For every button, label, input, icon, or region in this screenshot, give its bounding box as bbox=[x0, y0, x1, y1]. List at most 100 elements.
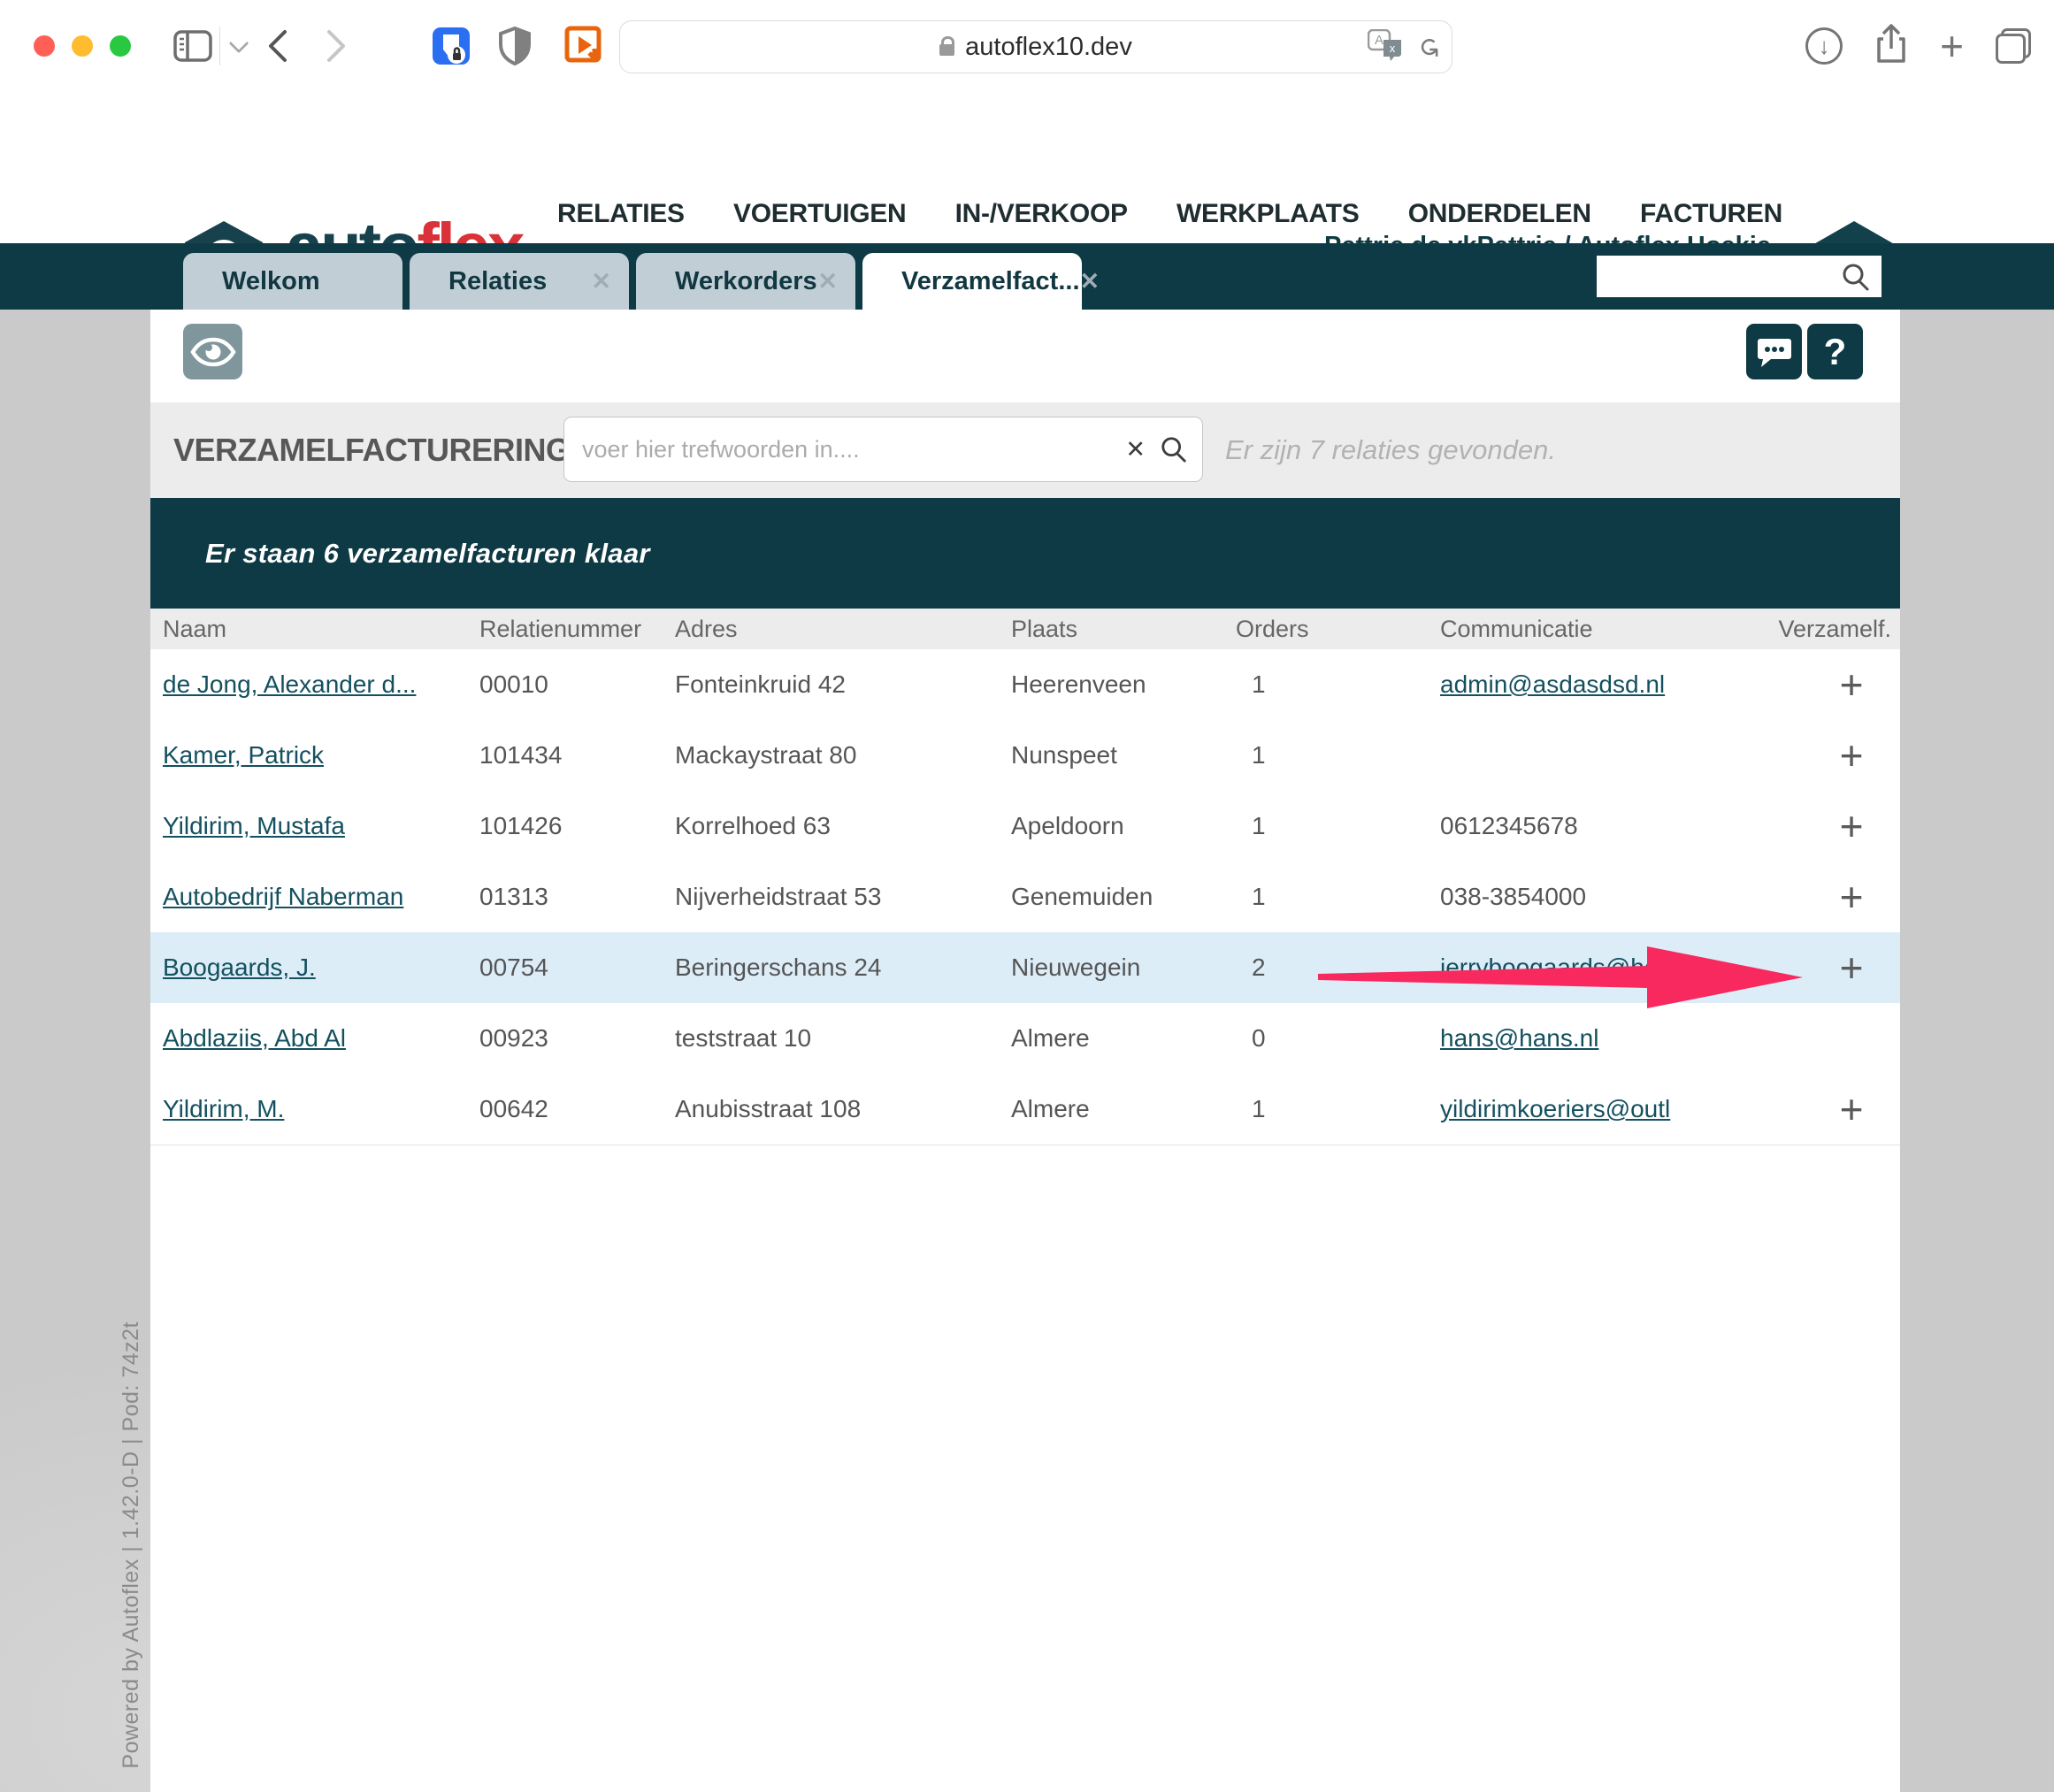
question-mark-icon: ? bbox=[1824, 331, 1847, 373]
browser-chrome: autoflex10.dev Ax ↻ ↓ + bbox=[0, 0, 2054, 92]
column-header-orders: Orders bbox=[1236, 616, 1440, 643]
relation-name-link[interactable]: Autobedrijf Naberman bbox=[163, 883, 403, 910]
add-to-verzamelfactuur-button[interactable]: + bbox=[1840, 1085, 1864, 1133]
zoom-window-button[interactable] bbox=[110, 35, 131, 57]
relation-name-link[interactable]: Abdlaziis, Abd Al bbox=[163, 1024, 346, 1052]
cell-relatienummer: 00010 bbox=[479, 670, 675, 699]
close-window-button[interactable] bbox=[34, 35, 55, 57]
page-title: VERZAMELFACTURERING bbox=[173, 402, 571, 498]
nav-item-onderdelen[interactable]: ONDERDELEN bbox=[1408, 199, 1591, 229]
results-count-text: Er zijn 7 relaties gevonden. bbox=[1225, 402, 1556, 498]
shield-extension-icon[interactable] bbox=[497, 0, 533, 92]
nav-item-in-verkoop[interactable]: IN-/VERKOOP bbox=[955, 199, 1128, 229]
cell-communicatie: admin@asdasdsd.nl bbox=[1440, 670, 1769, 699]
address-bar[interactable]: autoflex10.dev Ax ↻ bbox=[619, 20, 1452, 73]
nav-item-voertuigen[interactable]: VOERTUIGEN bbox=[733, 199, 906, 229]
view-toggle-button[interactable] bbox=[183, 324, 242, 379]
add-to-verzamelfactuur-button[interactable]: + bbox=[1840, 661, 1864, 708]
add-to-verzamelfactuur-button[interactable]: + bbox=[1840, 944, 1864, 992]
feedback-chat-button[interactable] bbox=[1746, 324, 1802, 379]
add-to-verzamelfactuur-button[interactable]: + bbox=[1840, 873, 1864, 921]
help-button[interactable]: ? bbox=[1807, 324, 1863, 379]
eye-icon bbox=[190, 337, 236, 367]
table-row: Abdlaziis, Abd Al00923teststraat 10Almer… bbox=[150, 1003, 1900, 1074]
back-button[interactable] bbox=[265, 0, 288, 92]
cell-adres: Anubisstraat 108 bbox=[675, 1095, 1011, 1123]
relation-name-link[interactable]: Yildirim, M. bbox=[163, 1095, 284, 1122]
tab-verzamelfact-[interactable]: Verzamelfact...✕ bbox=[862, 253, 1082, 310]
relation-name-link[interactable]: Kamer, Patrick bbox=[163, 741, 324, 769]
main-nav: RELATIES VOERTUIGEN IN-/VERKOOP WERKPLAATS O… bbox=[557, 199, 1782, 229]
table-row: Yildirim, Mustafa101426Korrelhoed 63Apel… bbox=[150, 791, 1900, 862]
tab-close-icon[interactable]: ✕ bbox=[817, 268, 838, 295]
tab-close-icon[interactable]: ✕ bbox=[1080, 268, 1100, 295]
tab-label: Verzamelfact... bbox=[901, 267, 1080, 296]
add-to-verzamelfactuur-button[interactable]: + bbox=[1840, 802, 1864, 850]
add-to-verzamelfactuur-button[interactable]: + bbox=[1840, 731, 1864, 779]
tab-close-icon[interactable]: ✕ bbox=[591, 268, 611, 295]
relation-name-link[interactable]: de Jong, Alexander d... bbox=[163, 670, 416, 698]
cell-adres: teststraat 10 bbox=[675, 1024, 1011, 1053]
relation-name-link[interactable]: Yildirim, Mustafa bbox=[163, 812, 345, 839]
search-icon[interactable] bbox=[1160, 435, 1202, 463]
table-body: de Jong, Alexander d...00010Fonteinkruid… bbox=[150, 649, 1900, 1145]
cell-orders: 1 bbox=[1236, 670, 1440, 699]
clear-search-icon[interactable]: ✕ bbox=[1111, 436, 1160, 463]
communication-link[interactable]: jerryboogaards@hotm... bbox=[1440, 953, 1706, 981]
cell-relatienummer: 00754 bbox=[479, 953, 675, 982]
info-banner-text: Er staan 6 verzamelfacturen klaar bbox=[205, 498, 650, 609]
tab-werkorders[interactable]: Werkorders✕ bbox=[636, 253, 855, 310]
chevron-down-icon[interactable] bbox=[232, 0, 246, 92]
new-tab-icon[interactable]: + bbox=[1940, 27, 1964, 65]
table-header-row: NaamRelatienummerAdresPlaatsOrdersCommun… bbox=[150, 609, 1900, 649]
tab-label: Relaties bbox=[448, 267, 591, 296]
tab-overview-icon[interactable] bbox=[1996, 28, 2031, 64]
cell-orders: 1 bbox=[1236, 1095, 1440, 1123]
forward-button[interactable] bbox=[326, 0, 349, 92]
cell-communicatie: jerryboogaards@hotm... bbox=[1440, 953, 1769, 982]
relation-name-link[interactable]: Boogaards, J. bbox=[163, 953, 316, 981]
tab-label: Werkorders bbox=[675, 267, 817, 296]
cell-verzamelf: + bbox=[1769, 661, 1900, 708]
nav-item-facturen[interactable]: FACTUREN bbox=[1640, 199, 1782, 229]
reload-icon[interactable]: ↻ bbox=[1413, 35, 1444, 57]
cell-orders: 1 bbox=[1236, 883, 1440, 911]
cell-naam: Boogaards, J. bbox=[150, 953, 479, 982]
nav-item-relaties[interactable]: RELATIES bbox=[557, 199, 685, 229]
tls-lock-icon bbox=[939, 44, 954, 56]
minimize-window-button[interactable] bbox=[72, 35, 93, 57]
cell-communicatie: 038-3854000 bbox=[1440, 883, 1769, 911]
share-icon[interactable] bbox=[1874, 24, 1908, 69]
downloads-icon[interactable]: ↓ bbox=[1805, 27, 1843, 65]
url-text: autoflex10.dev bbox=[965, 33, 1132, 62]
nav-item-werkplaats[interactable]: WERKPLAATS bbox=[1176, 199, 1359, 229]
translate-icon[interactable]: Ax bbox=[1368, 29, 1405, 65]
cell-adres: Nijverheidstraat 53 bbox=[675, 883, 1011, 911]
column-header-verzamelf: Verzamelf. bbox=[1769, 616, 1900, 643]
app-tab-bar: WelkomRelaties✕Werkorders✕Verzamelfact..… bbox=[0, 243, 2054, 310]
communication-link[interactable]: admin@asdasdsd.nl bbox=[1440, 670, 1665, 698]
cell-orders: 2 bbox=[1236, 953, 1440, 982]
column-header-plaats: Plaats bbox=[1011, 616, 1236, 643]
cell-naam: de Jong, Alexander d... bbox=[150, 670, 479, 699]
communication-text: 038-3854000 bbox=[1440, 883, 1586, 910]
tab-relaties[interactable]: Relaties✕ bbox=[410, 253, 629, 310]
communication-link[interactable]: yildirimkoeriers@outl bbox=[1440, 1095, 1670, 1122]
cell-communicatie: yildirimkoeriers@outl bbox=[1440, 1095, 1769, 1123]
toolbar-divider bbox=[219, 27, 220, 65]
powered-by-footer: Powered by Autoflex | 1.42.0-D | Pod: 74… bbox=[119, 1321, 144, 1769]
cell-verzamelf: + bbox=[1769, 873, 1900, 921]
info-banner: Er staan 6 verzamelfacturen klaar bbox=[150, 498, 1900, 609]
cell-relatienummer: 00642 bbox=[479, 1095, 675, 1123]
table-row: Yildirim, M.00642Anubisstraat 108Almere1… bbox=[150, 1074, 1900, 1145]
tab-welkom[interactable]: Welkom bbox=[183, 253, 402, 310]
search-icon[interactable] bbox=[1841, 262, 1871, 292]
password-extension-icon[interactable] bbox=[431, 0, 471, 92]
tab-label: Welkom bbox=[222, 267, 385, 296]
video-download-extension-icon[interactable] bbox=[564, 0, 605, 92]
global-search-input[interactable] bbox=[1597, 256, 1882, 297]
communication-link[interactable]: hans@hans.nl bbox=[1440, 1024, 1598, 1052]
cell-verzamelf: + bbox=[1769, 1085, 1900, 1133]
sidebar-icon[interactable] bbox=[173, 0, 212, 92]
keyword-search-input[interactable] bbox=[564, 435, 1111, 464]
